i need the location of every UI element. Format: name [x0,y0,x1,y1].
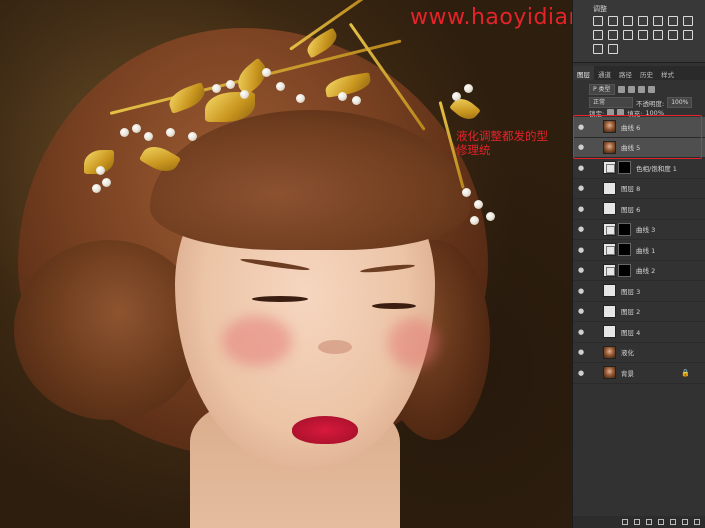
eye-icon[interactable]: ● [573,307,589,315]
adjustment-icon[interactable] [638,30,648,40]
adjustment-icon[interactable] [668,30,678,40]
layer-name[interactable]: 色相/饱和度 1 [636,163,677,173]
new-adjustment-icon[interactable] [658,519,664,525]
filter-shape-icon[interactable] [647,86,655,93]
layer-name[interactable]: 液化 [621,347,634,357]
layer-mask-thumbnail[interactable] [618,263,631,277]
layer-name[interactable]: 曲线 2 [636,265,655,275]
layer-mask-thumbnail[interactable] [618,243,631,257]
annotation-note: 液化调整都发的型 修理统 [456,129,548,157]
eye-icon[interactable]: ● [573,205,589,213]
adjustment-icon[interactable] [668,16,678,26]
adjustment-icon[interactable] [683,30,693,40]
adjustment-icon[interactable] [653,16,663,26]
adjustment-icon[interactable] [593,16,603,26]
link-layers-icon[interactable] [622,519,628,525]
eye-icon[interactable]: ● [573,225,589,233]
layer-thumbnail[interactable] [603,345,616,359]
adjustment-icon[interactable] [608,30,618,40]
layer-thumbnail[interactable] [603,263,616,277]
watermark-text: www.haoyidian.cn [410,5,572,30]
portrait-eye-left [252,296,308,302]
adjustment-icon[interactable] [623,30,633,40]
layer-kind-filter[interactable]: P 类型 [589,84,615,95]
tab-1[interactable]: 通道 [594,66,615,80]
portrait-nose [318,340,352,354]
layer-row[interactable]: ● 图层 3 [573,281,705,302]
layer-thumbnail[interactable] [603,181,616,195]
portrait-cheek-right [388,318,438,368]
right-panel-dock: 调整 图层 通道 路径 历史 样式 P 类型 正常 不透明度: 100% 锁定: 填充:… [572,0,705,528]
layer-name[interactable]: 曲线 1 [636,245,655,255]
eye-icon[interactable]: ● [573,184,589,192]
new-group-icon[interactable] [670,519,676,525]
layer-thumbnail[interactable] [603,222,616,236]
adjustment-icon[interactable] [623,16,633,26]
layer-thumbnail[interactable] [603,243,616,257]
eye-icon[interactable]: ● [573,348,589,356]
portrait-lips [292,416,358,444]
layers-panel-tabs: 图层 通道 路径 历史 样式 [573,66,705,80]
eye-icon[interactable]: ● [573,369,589,377]
layer-row[interactable]: ● 曲线 2 [573,261,705,281]
adjustment-icon[interactable] [653,30,663,40]
new-layer-icon[interactable] [682,519,688,525]
layer-row[interactable]: ● 图层 4 [573,322,705,343]
layer-row[interactable]: ● 图层 6 [573,199,705,220]
adjustment-icon[interactable] [608,16,618,26]
document-canvas[interactable]: www.haoyidian.cn 液化调整都发的型 修理统 [0,0,572,528]
tab-2[interactable]: 路径 [615,66,636,80]
layer-name[interactable]: 图层 3 [621,286,640,296]
lock-icon: 🔒 [681,368,690,377]
eye-icon[interactable]: ● [573,164,589,172]
portrait-eye-right [372,303,416,309]
layer-filter-row: P 类型 [573,83,705,96]
layer-mask-thumbnail[interactable] [618,161,631,175]
layer-thumbnail[interactable] [603,202,616,216]
adjustments-panel: 调整 [573,0,705,63]
layer-name[interactable]: 图层 2 [621,306,640,316]
layer-row[interactable]: ● 曲线 3 [573,220,705,240]
layer-thumbnail[interactable] [603,161,616,175]
eye-icon[interactable]: ● [573,266,589,274]
layer-row[interactable]: ● 曲线 1 [573,240,705,261]
layer-row[interactable]: ● 图层 2 [573,302,705,322]
layer-name[interactable]: 背景 [621,368,634,378]
layer-name[interactable]: 图层 8 [621,183,640,193]
adjustment-icon[interactable] [593,30,603,40]
eye-icon[interactable]: ● [573,287,589,295]
tab-0[interactable]: 图层 [573,66,594,80]
adjustment-icon[interactable] [608,44,618,54]
adjustments-title: 调整 [593,5,607,13]
eye-icon[interactable]: ● [573,246,589,254]
layer-name[interactable]: 曲线 3 [636,224,655,234]
layer-name[interactable]: 图层 6 [621,204,640,214]
layer-row[interactable]: ● 色相/饱和度 1 [573,158,705,179]
layer-thumbnail[interactable] [603,304,616,318]
layer-thumbnail[interactable] [603,284,616,298]
layers-bottom-bar [573,516,705,528]
layer-row[interactable]: ● 液化 [573,343,705,363]
layer-row[interactable]: ● 图层 8 [573,179,705,199]
layer-thumbnail[interactable] [603,366,616,380]
filter-pixel-icon[interactable] [617,86,625,93]
layer-style-icon[interactable] [634,519,640,525]
layer-thumbnail[interactable] [603,325,616,339]
filter-adjust-icon[interactable] [627,86,635,93]
adjustment-icon[interactable] [683,16,693,26]
adjustment-icon[interactable] [593,44,603,54]
tab-4[interactable]: 样式 [657,66,678,80]
tab-3[interactable]: 历史 [636,66,657,80]
layer-row[interactable]: ● 背景 🔒 [573,363,705,384]
layer-name[interactable]: 图层 4 [621,327,640,337]
add-mask-icon[interactable] [646,519,652,525]
eye-icon[interactable]: ● [573,328,589,336]
annotation-highlight-box [573,115,702,159]
portrait-cheek-left [222,316,292,366]
delete-layer-icon[interactable] [694,519,700,525]
filter-type-icon[interactable] [637,86,645,93]
adjustment-icon[interactable] [638,16,648,26]
adjustments-icon-grid [593,16,703,54]
layer-mask-thumbnail[interactable] [618,222,631,236]
